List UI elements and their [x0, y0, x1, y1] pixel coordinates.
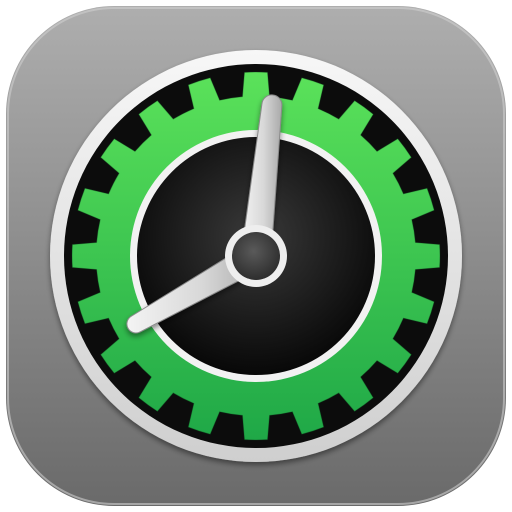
clock-hub — [232, 232, 280, 280]
clock-gear-icon — [6, 6, 506, 506]
app-icon — [0, 0, 512, 512]
